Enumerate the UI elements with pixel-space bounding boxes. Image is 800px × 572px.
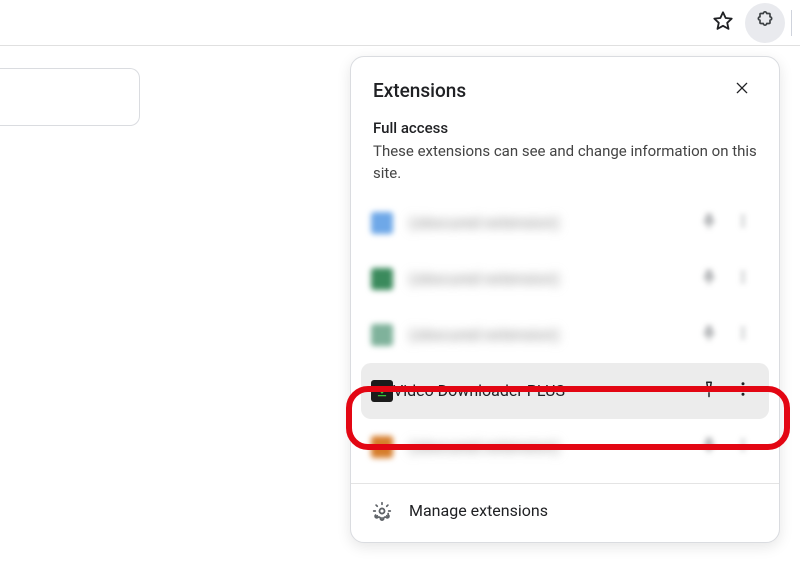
extension-name: Video Downloader PLUS bbox=[393, 381, 691, 400]
more-vertical-icon bbox=[735, 437, 751, 457]
puzzle-piece-icon bbox=[755, 11, 775, 35]
more-actions-button[interactable] bbox=[727, 263, 759, 295]
section-description: These extensions can see and change info… bbox=[351, 139, 779, 195]
pin-icon bbox=[701, 269, 717, 289]
more-actions-button[interactable] bbox=[727, 375, 759, 407]
popup-title: Extensions bbox=[373, 79, 466, 102]
extension-row[interactable]: (obscured extension) bbox=[361, 419, 769, 475]
extensions-list: (obscured extension) (obscured extension… bbox=[351, 195, 779, 475]
pin-icon bbox=[701, 437, 717, 457]
manage-extensions-label: Manage extensions bbox=[409, 501, 548, 520]
section-heading: Full access bbox=[351, 113, 779, 139]
pin-button[interactable] bbox=[693, 319, 725, 351]
extension-name: (obscured extension) bbox=[409, 437, 691, 456]
close-button[interactable] bbox=[727, 75, 757, 105]
star-icon bbox=[712, 10, 734, 36]
extensions-toolbar-button[interactable] bbox=[745, 3, 785, 43]
more-vertical-icon bbox=[735, 325, 751, 345]
pin-button[interactable] bbox=[693, 207, 725, 239]
more-vertical-icon bbox=[735, 269, 751, 289]
pin-icon bbox=[700, 380, 718, 402]
close-icon bbox=[734, 80, 750, 100]
extension-name: (obscured extension) bbox=[409, 325, 691, 344]
more-actions-button[interactable] bbox=[727, 319, 759, 351]
extension-row[interactable]: (obscured extension) bbox=[361, 251, 769, 307]
more-vertical-icon bbox=[735, 213, 751, 233]
extension-name: (obscured extension) bbox=[409, 213, 691, 232]
extension-icon bbox=[371, 380, 393, 402]
extension-icon bbox=[371, 268, 393, 290]
popup-header: Extensions bbox=[351, 57, 779, 113]
extension-row[interactable]: (obscured extension) bbox=[361, 307, 769, 363]
left-floating-box bbox=[0, 68, 140, 126]
more-vertical-icon bbox=[734, 380, 752, 402]
toolbar-divider bbox=[791, 10, 792, 36]
pin-icon bbox=[701, 325, 717, 345]
extension-name: (obscured extension) bbox=[409, 269, 691, 288]
extension-row[interactable]: (obscured extension) bbox=[361, 195, 769, 251]
pin-button[interactable] bbox=[693, 431, 725, 463]
more-actions-button[interactable] bbox=[727, 207, 759, 239]
extension-icon bbox=[371, 436, 393, 458]
more-actions-button[interactable] bbox=[727, 431, 759, 463]
extension-row-video-downloader-plus[interactable]: Video Downloader PLUS bbox=[361, 363, 769, 419]
extension-icon bbox=[371, 212, 393, 234]
browser-toolbar bbox=[0, 0, 800, 46]
extension-icon bbox=[371, 324, 393, 346]
manage-extensions-button[interactable]: Manage extensions bbox=[351, 484, 779, 536]
pin-button[interactable] bbox=[693, 263, 725, 295]
pin-button[interactable] bbox=[693, 375, 725, 407]
gear-icon bbox=[371, 500, 393, 522]
bookmark-star-button[interactable] bbox=[703, 3, 743, 43]
extensions-popup: Extensions Full access These extensions … bbox=[350, 56, 780, 543]
pin-icon bbox=[701, 213, 717, 233]
